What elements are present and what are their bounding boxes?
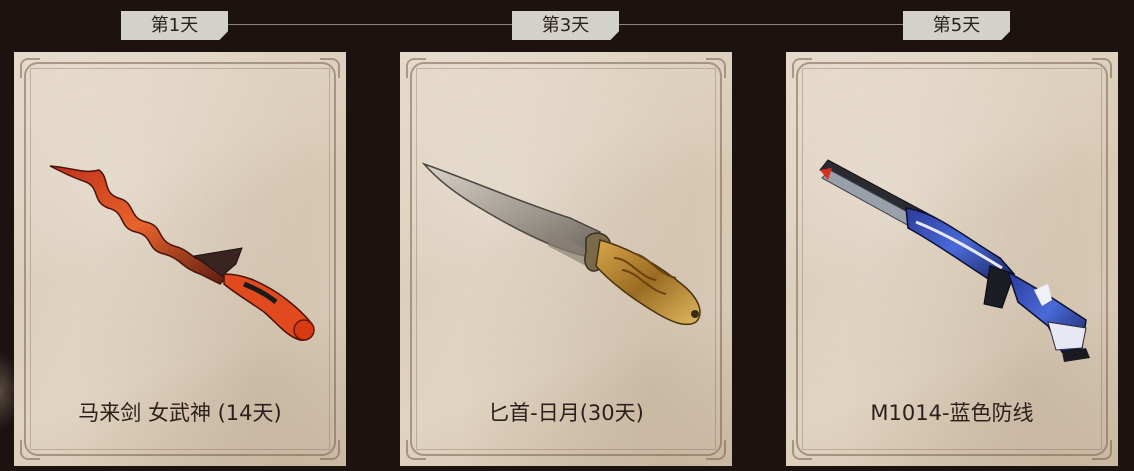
day-1-tab: 第1天 <box>121 11 228 40</box>
corner-ornament <box>1092 440 1112 460</box>
corner-ornament <box>706 440 726 460</box>
corner-ornament <box>20 440 40 460</box>
reward-card-day-5[interactable]: M1014-蓝色防线 <box>786 52 1118 466</box>
day-5-tab: 第5天 <box>903 11 1010 40</box>
reward-name: M1014-蓝色防线 <box>870 401 1034 425</box>
reward-card-day-1[interactable]: 马来剑 女武神 (14天) <box>14 52 346 466</box>
corner-ornament <box>320 440 340 460</box>
corner-ornament <box>406 440 426 460</box>
dagger-icon <box>421 162 701 326</box>
reward-name: 马来剑 女武神 (14天) <box>78 401 282 425</box>
reward-name: 匕首-日月(30天) <box>488 401 644 425</box>
shotgun-icon <box>819 159 1090 362</box>
kris-sword-icon <box>49 165 315 341</box>
day-3-tab: 第3天 <box>512 11 619 40</box>
reward-card-day-3[interactable]: 匕首-日月(30天) <box>400 52 732 466</box>
corner-ornament <box>792 440 812 460</box>
